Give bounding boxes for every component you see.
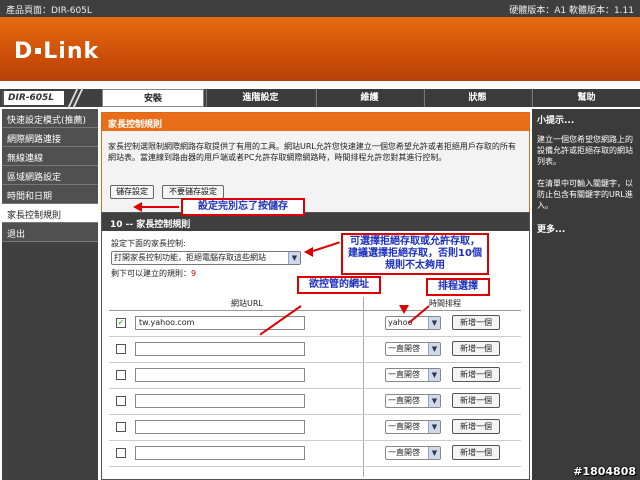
save-annotation: 設定完別忘了按儲存 xyxy=(181,198,305,216)
row-checkbox[interactable] xyxy=(116,448,126,458)
dont-save-button[interactable]: 不要儲存設定 xyxy=(162,185,224,199)
sidebar-item-lan[interactable]: 區域網路設定 xyxy=(2,166,98,185)
row-checkbox[interactable] xyxy=(116,344,126,354)
sidebar-item-wireless[interactable]: 無線連線 xyxy=(2,147,98,166)
add-schedule-button[interactable]: 新增一個 xyxy=(452,445,500,460)
arrow-head-icon xyxy=(399,305,409,314)
hint-text: 建立一個您希望您網路上的設備允許或拒絕存取的網站列表。 xyxy=(537,135,633,166)
tab-maintenance[interactable]: 維護 xyxy=(316,89,422,107)
tab-setup[interactable]: 安裝 xyxy=(102,89,204,107)
tab-advanced[interactable]: 進階設定 xyxy=(206,89,314,107)
more-link[interactable]: 更多... xyxy=(532,222,640,235)
watermark: #1804808 xyxy=(573,465,636,478)
config-label: 設定下面的家長控制: xyxy=(111,239,186,248)
dlink-logo: D Link xyxy=(14,39,100,64)
table-row: ✓ tw.yahoo.com yahoo ▼ 新增一個 xyxy=(109,311,521,337)
main-nav: DIR-605L 安裝 進階設定 維護 狀態 幫助 xyxy=(0,88,640,108)
schedule-select[interactable]: 一直開啓 ▼ xyxy=(385,368,441,382)
sidebar: 快速設定模式(推薦) 網際網路連接 無線連線 區域網路設定 時間和日期 家長控制… xyxy=(2,109,98,480)
chevron-down-icon: ▼ xyxy=(428,317,440,329)
schedule-select[interactable]: 一直開啓 ▼ xyxy=(385,394,441,408)
chevron-down-icon: ▼ xyxy=(428,421,440,433)
header-divider xyxy=(0,81,640,89)
schedule-select[interactable]: 一直開啓 ▼ xyxy=(385,342,441,356)
table-row: 一直開啓 ▼ 新增一個 xyxy=(109,389,521,415)
url-input[interactable] xyxy=(135,394,305,408)
hints-title: 小提示... xyxy=(537,116,575,126)
chevron-down-icon: ▼ xyxy=(428,447,440,459)
url-annotation: 欲控管的網址 xyxy=(297,276,381,294)
add-schedule-button[interactable]: 新增一個 xyxy=(452,419,500,434)
hints-panel: 小提示... 建立一個您希望您網路上的設備允許或拒絕存取的網站列表。 在清單中可… xyxy=(532,109,640,480)
main-content: 家長控制規則 家長控制選限制網際網路存取提供了有用的工具。網站URL允許您快速建… xyxy=(101,109,530,480)
sidebar-item-wizard[interactable]: 快速設定模式(推薦) xyxy=(2,109,98,128)
url-input[interactable] xyxy=(135,446,305,460)
table-row: 一直開啓 ▼ 新增一個 xyxy=(109,415,521,441)
schedule-annotation: 排程選擇 xyxy=(426,278,490,296)
chevron-down-icon: ▼ xyxy=(428,369,440,381)
col-url-header: 網站URL xyxy=(231,299,263,308)
sidebar-item-logout[interactable]: 退出 xyxy=(2,223,98,242)
info-title: 家長控制規則 xyxy=(102,113,529,131)
save-button[interactable]: 儲存設定 xyxy=(110,185,154,199)
url-input[interactable]: tw.yahoo.com xyxy=(135,316,305,330)
sidebar-item-internet[interactable]: 網際網路連接 xyxy=(2,128,98,147)
row-checkbox[interactable] xyxy=(116,370,126,380)
add-schedule-button[interactable]: 新增一個 xyxy=(452,393,500,408)
version-label: 硬體版本：A1 軟體版本：1.11 xyxy=(509,6,634,16)
col-schedule-header: 時間排程 xyxy=(429,299,461,308)
header-banner: D Link xyxy=(0,17,640,81)
url-input[interactable] xyxy=(135,342,305,356)
product-page-label: 產品頁面：DIR-605L xyxy=(6,6,92,16)
url-input[interactable] xyxy=(135,420,305,434)
top-bar: 產品頁面：DIR-605L 硬體版本：A1 軟體版本：1.11 xyxy=(0,0,640,17)
table-header: 網站URL 時間排程 xyxy=(109,297,521,311)
tab-status[interactable]: 狀態 xyxy=(424,89,530,107)
table-row: 一直開啓 ▼ 新增一個 xyxy=(109,337,521,363)
info-text: 家長控制選限制網際網路存取提供了有用的工具。網站URL允許您快速建立一個您希望允… xyxy=(108,142,516,162)
annotation-arrow xyxy=(141,206,179,208)
add-schedule-button[interactable]: 新增一個 xyxy=(452,315,500,330)
tab-help[interactable]: 幫助 xyxy=(532,89,640,107)
model-label: DIR-605L xyxy=(2,91,64,105)
sidebar-item-time[interactable]: 時間和日期 xyxy=(2,185,98,204)
arrow-head-icon xyxy=(133,202,142,212)
hint-text: 在清單中可輸入關鍵字，以防止包含有關鍵字的URL進入。 xyxy=(537,179,633,210)
row-checkbox[interactable]: ✓ xyxy=(116,318,126,328)
parental-mode-select[interactable]: 打開家長控制功能，拒絕電腦存取這些網站 ▼ xyxy=(111,251,301,265)
schedule-select[interactable]: 一直開啓 ▼ xyxy=(385,420,441,434)
url-input[interactable] xyxy=(135,368,305,382)
rules-title: 10 -- 家長控制規則 xyxy=(102,213,529,231)
chevron-down-icon: ▼ xyxy=(288,252,300,264)
schedule-select[interactable]: 一直開啓 ▼ xyxy=(385,446,441,460)
mode-annotation: 可選擇拒絕存取或允許存取，建議選擇拒絕存取，否則10個規則不太夠用 xyxy=(341,233,489,275)
add-schedule-button[interactable]: 新增一個 xyxy=(452,341,500,356)
table-row: 一直開啓 ▼ 新增一個 xyxy=(109,363,521,389)
row-checkbox[interactable] xyxy=(116,396,126,406)
chevron-down-icon: ▼ xyxy=(428,343,440,355)
remaining-rules: 剩下可以建立的規則：9 xyxy=(111,269,197,278)
add-schedule-button[interactable]: 新增一個 xyxy=(452,367,500,382)
arrow-head-icon xyxy=(304,247,313,257)
row-checkbox[interactable] xyxy=(116,422,126,432)
table-row: 一直開啓 ▼ 新增一個 xyxy=(109,441,521,467)
divider-slash-icon xyxy=(67,88,84,108)
info-panel: 家長控制規則 家長控制選限制網際網路存取提供了有用的工具。網站URL允許您快速建… xyxy=(101,112,530,220)
sidebar-item-parental[interactable]: 家長控制規則 xyxy=(2,204,98,223)
chevron-down-icon: ▼ xyxy=(428,395,440,407)
